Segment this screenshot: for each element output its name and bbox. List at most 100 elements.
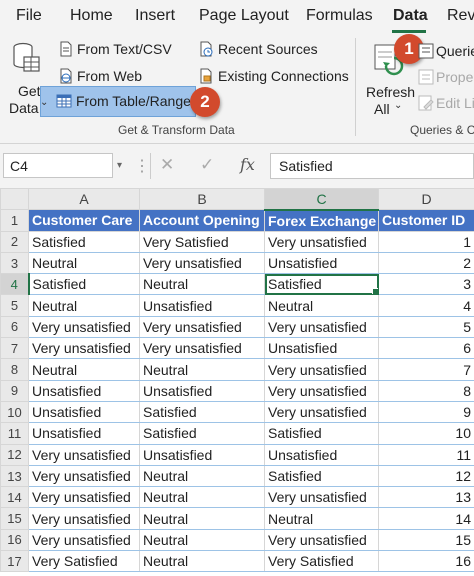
table-cell[interactable]: 10 — [378, 422, 474, 445]
table-cell[interactable]: Satisfied — [139, 422, 265, 445]
table-cell[interactable]: Unsatisfied — [28, 379, 140, 402]
row-header[interactable]: 7 — [0, 337, 29, 360]
table-cell[interactable]: 2 — [378, 251, 474, 275]
from-web-button[interactable]: From Web — [56, 66, 156, 88]
table-cell[interactable]: 5 — [378, 315, 474, 339]
table-cell[interactable]: Very unsatisfied — [28, 315, 140, 339]
menu-formulas[interactable]: Formulas — [306, 7, 373, 25]
table-cell[interactable]: Very unsatisfied — [28, 507, 140, 530]
row-header[interactable]: 15 — [0, 507, 29, 530]
table-cell[interactable]: Neutral — [264, 507, 379, 530]
table-cell[interactable]: 13 — [378, 486, 474, 509]
table-cell[interactable]: Very unsatisfied — [264, 379, 379, 402]
table-cell[interactable]: Satisfied — [28, 230, 140, 253]
table-header-cell[interactable]: Account Opening — [139, 209, 265, 232]
table-cell[interactable]: Unsatisfied — [28, 422, 140, 445]
row-header[interactable]: 16 — [0, 528, 29, 552]
table-cell[interactable]: Unsatisfied — [139, 379, 265, 402]
table-cell[interactable]: Unsatisfied — [264, 443, 379, 466]
table-cell[interactable]: Very unsatisfied — [264, 400, 379, 424]
table-cell[interactable]: Unsatisfied — [139, 443, 265, 466]
row-header[interactable]: 14 — [0, 486, 29, 509]
get-data-button[interactable]: Get Data — [4, 40, 42, 118]
table-cell[interactable]: Neutral — [139, 273, 265, 296]
column-header-a[interactable]: A — [28, 187, 140, 211]
table-cell[interactable]: Unsatisfied — [264, 337, 379, 360]
recent-sources-button[interactable]: Recent Sources — [196, 39, 318, 61]
table-cell[interactable]: Very unsatisfied — [139, 337, 265, 360]
column-header-c[interactable]: C — [264, 187, 379, 211]
table-cell[interactable]: Satisfied — [139, 400, 265, 424]
menu-page-layout[interactable]: Page Layout — [199, 7, 289, 25]
table-cell[interactable]: Very unsatisfied — [28, 464, 140, 488]
table-cell[interactable]: Very unsatisfied — [264, 358, 379, 381]
menu-review[interactable]: Rev — [447, 7, 474, 25]
table-header-cell[interactable]: Customer Care — [28, 209, 140, 232]
table-cell[interactable]: 15 — [378, 528, 474, 552]
table-cell[interactable]: 12 — [378, 464, 474, 488]
table-cell[interactable]: Very unsatisfied — [139, 251, 265, 275]
table-cell[interactable]: Neutral — [139, 464, 265, 488]
row-header[interactable]: 4 — [0, 273, 30, 296]
table-cell[interactable]: Very unsatisfied — [28, 528, 140, 552]
table-cell[interactable]: Neutral — [28, 358, 140, 381]
row-header[interactable]: 13 — [0, 464, 29, 488]
table-cell[interactable]: Very Satisfied — [28, 550, 140, 573]
menu-data[interactable]: Data — [393, 7, 428, 25]
name-box-dropdown-icon[interactable]: ▾ — [117, 160, 122, 171]
table-cell[interactable]: Very Satisfied — [139, 230, 265, 253]
row-header[interactable]: 5 — [0, 294, 29, 317]
from-text-csv-button[interactable]: From Text/CSV — [56, 39, 176, 61]
row-header[interactable]: 11 — [0, 422, 29, 445]
table-cell[interactable]: Very unsatisfied — [264, 528, 379, 552]
get-data-dropdown-icon[interactable]: ⌄ — [40, 97, 48, 108]
table-cell[interactable]: 9 — [378, 400, 474, 424]
table-cell[interactable]: Satisfied — [28, 273, 140, 296]
table-cell[interactable]: 3 — [378, 273, 474, 296]
cancel-icon[interactable]: ✕ — [160, 155, 174, 175]
row-header[interactable]: 12 — [0, 443, 29, 466]
row-header[interactable]: 9 — [0, 379, 29, 402]
table-cell[interactable]: 7 — [378, 358, 474, 381]
column-header-b[interactable]: B — [139, 187, 265, 211]
table-cell[interactable]: 1 — [378, 230, 474, 253]
active-cell[interactable]: Satisfied — [264, 273, 379, 296]
edit-links-button[interactable]: Edit Li — [418, 94, 474, 114]
column-header-d[interactable]: D — [378, 187, 474, 211]
table-cell[interactable]: 8 — [378, 379, 474, 402]
refresh-all-dropdown-icon[interactable]: ⌄ — [394, 100, 402, 111]
table-cell[interactable]: Very unsatisfied — [264, 486, 379, 509]
table-cell[interactable]: Very unsatisfied — [264, 315, 379, 339]
table-cell[interactable]: Neutral — [139, 507, 265, 530]
table-cell[interactable]: 11 — [378, 443, 474, 466]
table-cell[interactable]: Neutral — [139, 550, 265, 573]
menu-home[interactable]: Home — [70, 7, 113, 25]
from-table-range-button[interactable]: From Table/Range — [52, 91, 192, 113]
properties-button[interactable]: Proper — [418, 68, 474, 88]
row-header[interactable]: 17 — [0, 550, 29, 573]
table-cell[interactable]: Unsatisfied — [28, 400, 140, 424]
table-cell[interactable]: Very unsatisfied — [264, 230, 379, 253]
table-cell[interactable]: Satisfied — [264, 464, 379, 488]
table-cell[interactable]: Very unsatisfied — [28, 443, 140, 466]
table-cell[interactable]: Unsatisfied — [264, 251, 379, 275]
table-header-cell[interactable]: Forex Exchange — [264, 209, 379, 232]
table-header-cell[interactable]: Customer ID — [378, 209, 474, 232]
table-cell[interactable]: Neutral — [139, 358, 265, 381]
row-header[interactable]: 1 — [0, 209, 29, 232]
menu-file[interactable]: File — [16, 7, 42, 25]
table-cell[interactable]: Very unsatisfied — [28, 486, 140, 509]
queries-connections-button[interactable]: Querie — [418, 42, 474, 62]
formula-input[interactable]: Satisfied — [270, 153, 474, 179]
insert-function-icon[interactable]: fx — [240, 155, 255, 174]
table-cell[interactable]: 4 — [378, 294, 474, 317]
table-cell[interactable]: 16 — [378, 550, 474, 573]
row-header[interactable]: 3 — [0, 251, 29, 275]
menu-insert[interactable]: Insert — [135, 7, 175, 25]
table-cell[interactable]: Very unsatisfied — [28, 337, 140, 360]
row-header[interactable]: 10 — [0, 400, 29, 424]
table-cell[interactable]: Neutral — [28, 294, 140, 317]
name-box[interactable]: C4 — [3, 153, 113, 178]
existing-connections-button[interactable]: Existing Connections — [196, 66, 349, 88]
table-cell[interactable]: Very unsatisfied — [139, 315, 265, 339]
